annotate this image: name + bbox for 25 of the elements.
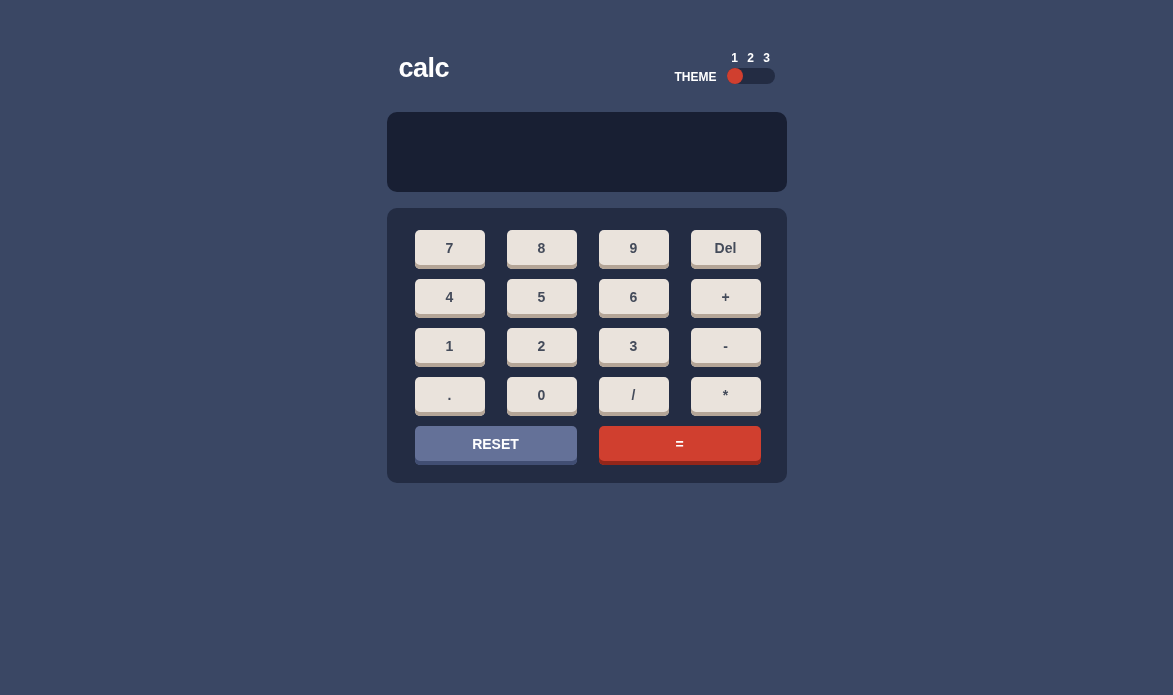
calculator-key[interactable]: 9 [598,230,669,269]
toggle-thumb[interactable] [726,68,743,84]
calculator-key[interactable]: 0 [506,377,577,416]
calculator-key[interactable]: 6 [598,279,669,318]
reset-button[interactable]: RESET [414,426,577,465]
calculator-key[interactable]: 4 [414,279,485,318]
calculator-key[interactable]: 7 [414,230,485,269]
calculator-key[interactable]: * [690,377,761,416]
calculator-key[interactable]: 3 [598,328,669,367]
equals-button[interactable]: = [598,426,761,465]
theme-option[interactable]: 2 [742,51,759,84]
theme-option[interactable]: 3 [758,51,775,84]
calculator-key[interactable]: . [414,377,485,416]
theme-label: THEME [674,71,717,84]
theme-option[interactable]: 1 [726,51,743,84]
calculator-key[interactable]: 2 [506,328,577,367]
calculator-key[interactable]: 5 [506,279,577,318]
calculator-key[interactable]: / [598,377,669,416]
calculator-key[interactable]: - [690,328,761,367]
app-title: calc [398,55,450,84]
calculator-key[interactable]: Del [690,230,761,269]
calculator-key[interactable]: 8 [506,230,577,269]
theme-toggle[interactable]: 1 2 3 [726,51,775,84]
calculator-key[interactable]: + [690,279,761,318]
calculator-key[interactable]: 1 [414,328,485,367]
